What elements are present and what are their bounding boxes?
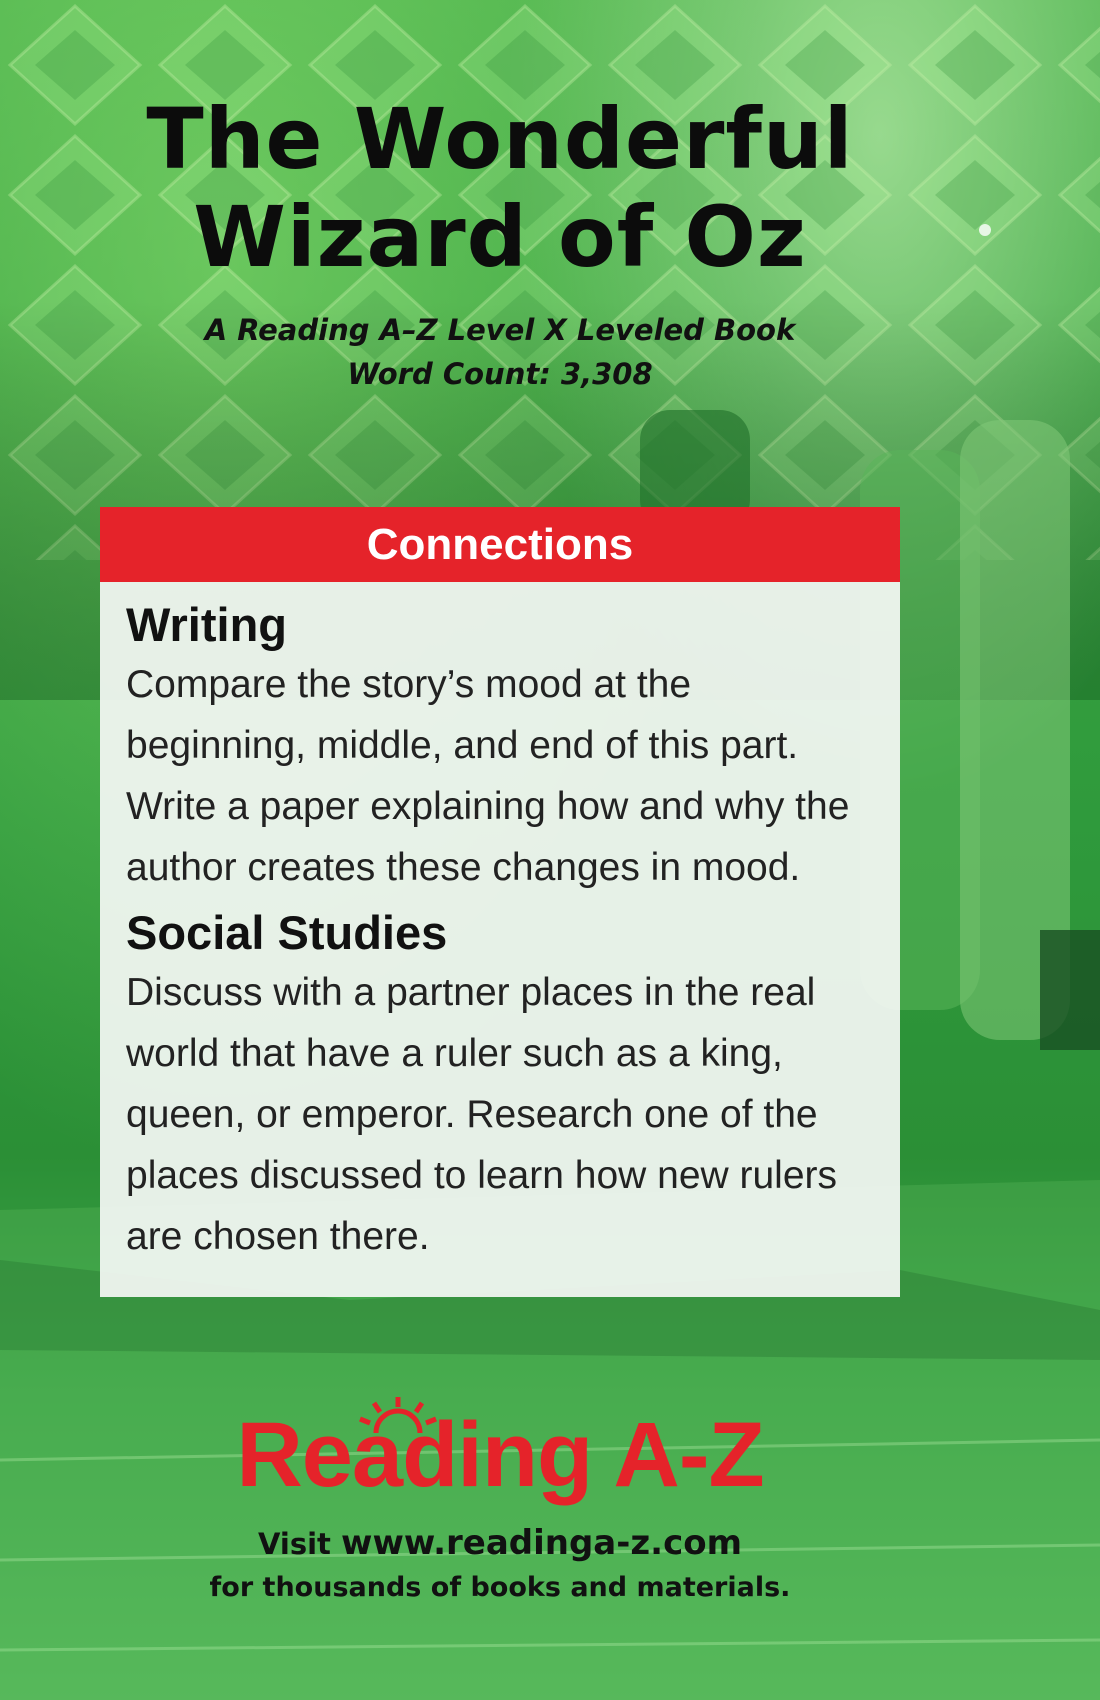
cover-title-block: The Wonderful Wizard of Oz A Reading A–Z…: [0, 90, 1000, 396]
level-label: A Reading A–Z Level X Leveled Book: [204, 313, 796, 347]
writing-text: Compare the story’s mood at the beginnin…: [126, 663, 850, 889]
footer: Visit www.readinga-z.com for thousands o…: [0, 1520, 1000, 1609]
book-subtitle: A Reading A–Z Level X Leveled Book Word …: [0, 308, 1000, 396]
footer-tagline: for thousands of books and materials.: [209, 1572, 791, 1603]
book-title: The Wonderful Wizard of Oz: [0, 90, 1000, 286]
word-count: Word Count: 3,308: [347, 357, 653, 391]
connections-body: Writing Compare the story’s mood at the …: [100, 582, 900, 1267]
website-link[interactable]: www.readinga-z.com: [341, 1523, 742, 1563]
connections-header: Connections: [100, 507, 900, 582]
visit-label: Visit: [257, 1527, 331, 1561]
social-studies-heading: Social Studies: [126, 906, 448, 959]
book-title-line2: Wizard of Oz: [193, 188, 807, 286]
book-title-line1: The Wonderful: [146, 90, 854, 188]
connections-card: Connections Writing Compare the story’s …: [100, 507, 900, 1297]
social-studies-text: Discuss with a partner places in the rea…: [126, 971, 838, 1258]
writing-heading: Writing: [126, 598, 287, 651]
reading-az-logo: Reading A-Z: [236, 1404, 764, 1506]
